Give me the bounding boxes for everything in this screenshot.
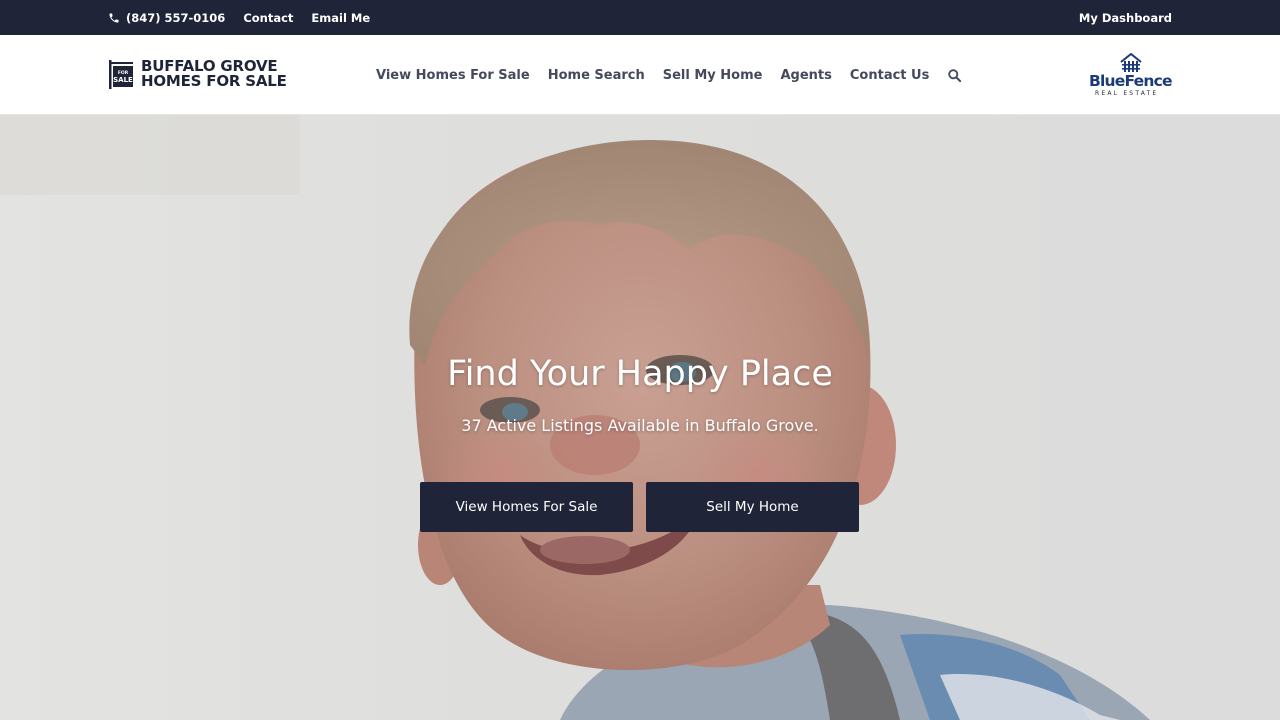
logo-text: BUFFALO GROVE HOMES FOR SALE <box>141 59 287 89</box>
hero-subtitle: 37 Active Listings Available in Buffalo … <box>461 416 819 435</box>
site-logo[interactable]: FOR SALE BUFFALO GROVE HOMES FOR SALE <box>108 59 287 89</box>
nav-agents[interactable]: Agents <box>780 68 831 83</box>
nav-view-homes[interactable]: View Homes For Sale <box>376 68 530 83</box>
nav-contact-us[interactable]: Contact Us <box>850 68 929 83</box>
hero-title: Find Your Happy Place <box>447 354 833 394</box>
for-sale-sign-icon: FOR SALE <box>109 60 133 89</box>
top-bar: (847) 557-0106 Contact Email Me My Dashb… <box>0 0 1280 35</box>
sign-sale-text: SALE <box>113 76 133 84</box>
search-button[interactable] <box>947 68 962 83</box>
my-dashboard-link[interactable]: My Dashboard <box>1079 11 1172 25</box>
brand-subtitle: REAL ESTATE <box>1095 90 1159 97</box>
top-email-link[interactable]: Email Me <box>311 11 370 25</box>
phone-link[interactable]: (847) 557-0106 <box>108 11 225 25</box>
search-icon <box>948 68 962 82</box>
top-contact-link[interactable]: Contact <box>243 11 293 25</box>
logo-line-2: HOMES FOR SALE <box>141 72 287 90</box>
brand-name: BlueFence <box>1089 72 1172 90</box>
site-header: FOR SALE BUFFALO GROVE HOMES FOR SALE Vi… <box>0 35 1280 115</box>
nav-sell-my-home[interactable]: Sell My Home <box>663 68 763 83</box>
house-fence-icon <box>1120 53 1142 72</box>
sell-my-home-button[interactable]: Sell My Home <box>646 482 859 532</box>
phone-icon <box>109 13 119 22</box>
nav-home-search[interactable]: Home Search <box>548 68 645 83</box>
hero-section: Find Your Happy Place 37 Active Listings… <box>0 115 1280 720</box>
main-nav: View Homes For Sale Home Search Sell My … <box>376 35 962 115</box>
phone-number: (847) 557-0106 <box>126 10 226 25</box>
top-bar-left: (847) 557-0106 Contact Email Me <box>108 0 370 35</box>
top-bar-right: My Dashboard <box>1079 0 1172 35</box>
hero-content: Find Your Happy Place 37 Active Listings… <box>0 115 1280 720</box>
view-homes-button[interactable]: View Homes For Sale <box>420 482 633 532</box>
bluefence-brand-logo[interactable]: BlueFence REAL ESTATE <box>1088 53 1174 99</box>
